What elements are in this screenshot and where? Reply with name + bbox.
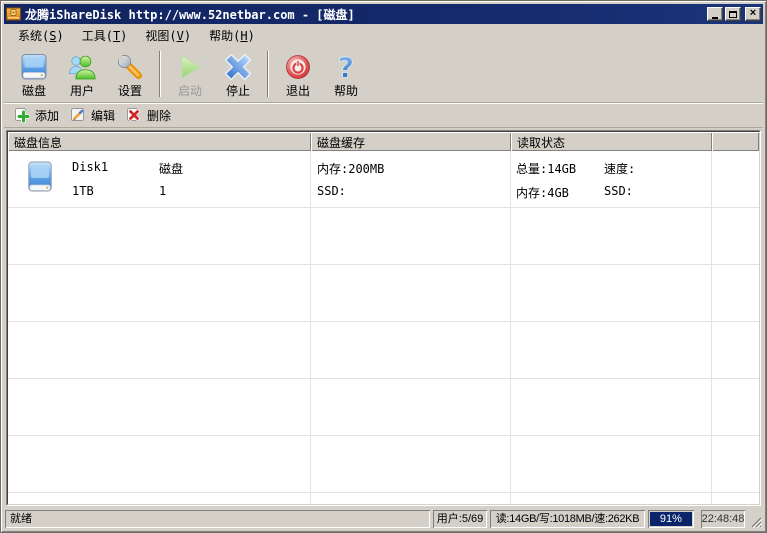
users-icon <box>66 51 98 83</box>
empty-row <box>8 493 759 504</box>
header-read-status[interactable]: 读取状态 <box>511 132 712 151</box>
close-icon: × <box>750 8 756 19</box>
close-button[interactable]: × <box>745 7 761 21</box>
pencil-icon <box>70 107 86 123</box>
delete-button[interactable]: 删除 <box>123 105 177 126</box>
delete-x-icon <box>126 107 142 123</box>
menu-label: ) <box>248 29 255 43</box>
edit-button-label: 编辑 <box>91 107 115 124</box>
read-speed: 速度: <box>604 160 635 177</box>
menu-label: 帮助( <box>209 29 240 43</box>
disk-button[interactable]: 磁盘 <box>10 49 58 99</box>
table-header: 磁盘信息 磁盘缓存 读取状态 <box>8 132 759 151</box>
menu-item-tools[interactable]: 工具(T) <box>74 25 136 46</box>
question-icon: ? <box>330 51 362 83</box>
titlebar[interactable]: 龙腾iShareDisk http://www.52netbar.com - [… <box>4 4 763 24</box>
menu-item-system[interactable]: 系统(S) <box>10 25 72 46</box>
disk-row-icon <box>25 158 55 199</box>
play-icon <box>174 51 206 83</box>
help-button[interactable]: ? 帮助 <box>322 49 370 99</box>
start-button-label: 启动 <box>178 84 202 98</box>
disk-type: 磁盘 <box>159 160 183 177</box>
settings-button[interactable]: 设置 <box>106 49 154 99</box>
empty-row <box>8 379 759 436</box>
menu-item-view[interactable]: 视图(V) <box>137 25 199 46</box>
table-row[interactable]: Disk1 磁盘 1TB 1 内存:200MB SSD: 总量:14GB 速度:… <box>8 151 759 208</box>
settings-button-label: 设置 <box>118 84 142 98</box>
empty-row <box>8 436 759 493</box>
disk-button-label: 磁盘 <box>22 84 46 98</box>
svg-text:?: ? <box>338 51 354 83</box>
cell-read-status: 总量:14GB 速度: 内存:4GB SSD: <box>511 151 712 208</box>
disk-size: 1TB <box>72 184 94 198</box>
stop-button[interactable]: 停止 <box>214 49 262 99</box>
menubar: 系统(S) 工具(T) 视图(V) 帮助(H) <box>4 24 763 46</box>
status-users: 用户:5/69 <box>433 510 487 528</box>
app-window: 龙腾iShareDisk http://www.52netbar.com - [… <box>0 0 767 533</box>
start-button[interactable]: 启动 <box>166 49 214 99</box>
empty-row <box>8 265 759 322</box>
maximize-icon <box>729 11 737 18</box>
users-button-label: 用户 <box>70 84 94 98</box>
maximize-button[interactable] <box>725 7 741 21</box>
toolbar-separator <box>159 51 161 97</box>
read-total: 总量:14GB <box>516 160 576 177</box>
status-clock: 22:48:48 <box>701 510 745 528</box>
menu-label: 工具( <box>82 29 113 43</box>
menu-label: ) <box>56 29 63 43</box>
read-ssd: SSD: <box>604 184 633 198</box>
status-io: 读:14GB/写:1018MB/速:262KB <box>490 510 645 528</box>
main-toolbar: 磁盘 用户 <box>4 46 763 103</box>
cell-disk-cache: 内存:200MB SSD: <box>311 151 511 208</box>
progress-fill: 91% <box>650 512 692 526</box>
progress-label: 91% <box>660 511 682 527</box>
resize-grip[interactable] <box>748 514 762 528</box>
plus-icon <box>14 107 30 123</box>
exit-button[interactable]: 退出 <box>274 49 322 99</box>
exit-button-label: 退出 <box>286 84 310 98</box>
app-icon <box>6 7 21 21</box>
power-icon <box>282 51 314 83</box>
menu-label: ) <box>120 29 127 43</box>
wrench-icon <box>114 51 146 83</box>
menu-accesskey: H <box>240 29 247 43</box>
cache-ssd: SSD: <box>317 184 346 198</box>
cell-disk-info: Disk1 磁盘 1TB 1 <box>8 151 311 208</box>
header-disk-cache[interactable]: 磁盘缓存 <box>311 132 511 151</box>
menu-item-help[interactable]: 帮助(H) <box>201 25 263 46</box>
stop-x-icon <box>222 51 254 83</box>
statusbar: 就绪 用户:5/69 读:14GB/写:1018MB/速:262KB 91% 2… <box>4 508 763 529</box>
cache-memory: 内存:200MB <box>317 160 384 177</box>
stop-button-label: 停止 <box>226 84 250 98</box>
minimize-icon <box>712 17 718 19</box>
add-button-label: 添加 <box>35 107 59 124</box>
disk-table: 磁盘信息 磁盘缓存 读取状态 <box>6 130 761 506</box>
header-empty[interactable] <box>712 132 759 151</box>
disk-table-inner: 磁盘信息 磁盘缓存 读取状态 <box>7 131 760 505</box>
edit-button[interactable]: 编辑 <box>67 105 121 126</box>
cell-empty <box>712 151 759 208</box>
table-body: Disk1 磁盘 1TB 1 内存:200MB SSD: 总量:14GB 速度:… <box>8 151 759 504</box>
status-progress-bar: 91% <box>648 510 694 528</box>
disk-icon <box>18 51 50 83</box>
empty-row <box>8 322 759 379</box>
read-memory: 内存:4GB <box>516 184 569 201</box>
delete-button-label: 删除 <box>147 107 171 124</box>
window-title: 龙腾iShareDisk http://www.52netbar.com - [… <box>25 6 703 23</box>
help-button-label: 帮助 <box>334 84 358 98</box>
toolbar-separator <box>267 51 269 97</box>
header-disk-info[interactable]: 磁盘信息 <box>8 132 311 151</box>
menu-label: 系统( <box>18 29 49 43</box>
edit-toolbar: 添加 编辑 删除 <box>4 103 763 128</box>
add-button[interactable]: 添加 <box>11 105 65 126</box>
minimize-button[interactable] <box>707 7 723 21</box>
menu-label: 视图( <box>145 29 176 43</box>
menu-accesskey: V <box>177 29 184 43</box>
users-button[interactable]: 用户 <box>58 49 106 99</box>
empty-row <box>8 208 759 265</box>
menu-label: ) <box>184 29 191 43</box>
status-ready: 就绪 <box>5 510 430 528</box>
disk-name: Disk1 <box>72 160 108 174</box>
disk-count: 1 <box>159 184 166 198</box>
